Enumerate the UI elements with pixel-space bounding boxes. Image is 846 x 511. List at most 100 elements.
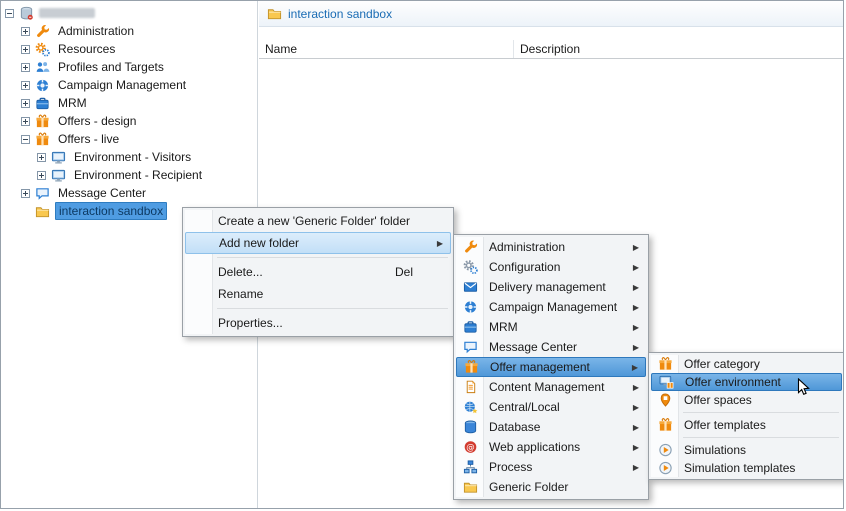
menu-item-label: Generic Folder [489,480,569,494]
menu-item-label: Rename [218,287,264,301]
submenu-item-offer-templates[interactable]: Offer templates [651,416,842,434]
wrench-icon [35,24,50,39]
list-column-headers: Name Description [259,40,843,59]
collapse-icon[interactable] [5,8,14,18]
menu-item-add-new-folder[interactable]: Add new folder ▶ [185,232,451,254]
app-window: Administration Resources Profiles and Ta… [0,0,844,509]
menu-item-label: MRM [489,320,518,334]
submenu-item-simulation-templates[interactable]: Simulation templates [651,459,842,477]
column-header-description[interactable]: Description [514,42,580,56]
tree-item-campaign-management[interactable]: Campaign Management [1,76,257,94]
menu-item-label: Web applications [489,440,581,454]
submenu-item-simulations[interactable]: Simulations [651,441,842,459]
gift-icon [464,360,479,375]
tree-item-label: Administration [58,24,135,38]
gift-icon [35,132,50,147]
submenu-item-delivery-management[interactable]: Delivery management ▶ [456,277,646,297]
gift-icon [658,357,673,372]
expand-icon[interactable] [37,170,46,180]
tree-item-administration[interactable]: Administration [1,22,257,40]
expand-icon[interactable] [21,188,30,198]
tree-item-profiles-targets[interactable]: Profiles and Targets [1,58,257,76]
expand-icon[interactable] [21,44,30,54]
folder-icon [463,480,478,495]
at-sign-icon [463,440,478,455]
submenu-arrow-icon: ▶ [632,302,639,312]
submenu-item-offer-category[interactable]: Offer category [651,355,842,373]
database-icon [463,420,478,435]
content-header: interaction sandbox [259,1,843,27]
submenu-arrow-icon: ▶ [632,282,639,292]
tree-item-label: Resources [58,42,116,56]
column-header-name[interactable]: Name [259,40,514,58]
add-folder-submenu: Administration ▶ Configuration ▶ Deliver… [453,234,649,500]
submenu-item-process[interactable]: Process ▶ [456,457,646,477]
submenu-item-database[interactable]: Database ▶ [456,417,646,437]
collapse-icon[interactable] [21,134,30,144]
menu-item-rename[interactable]: Rename [185,283,451,305]
menu-item-label: Properties... [218,316,283,330]
expand-icon[interactable] [21,62,30,72]
expand-icon[interactable] [21,80,30,90]
tree-item-root[interactable] [1,4,257,22]
campaign-icon [35,78,50,93]
menu-item-create-generic-folder[interactable]: Create a new 'Generic Folder' folder [185,210,451,232]
menu-item-label: Central/Local [489,400,560,414]
tree-item-environment-visitors[interactable]: Environment - Visitors [1,148,257,166]
expand-icon[interactable] [21,98,30,108]
tree-item-label: Offers - live [58,132,120,146]
page-title: interaction sandbox [288,6,393,21]
menu-item-label: Administration [489,240,566,254]
globe-icon [463,400,478,415]
root-label-redacted [39,8,95,18]
tree-item-message-center[interactable]: Message Center [1,184,257,202]
menu-separator [217,257,448,258]
menu-item-label: Offer spaces [684,393,752,407]
menu-item-label: Simulation templates [684,461,796,475]
submenu-item-offer-environment[interactable]: Offer environment [651,373,842,391]
speech-bubble-icon [35,186,50,201]
tree-item-label: Environment - Recipient [74,168,203,182]
envelope-icon [463,280,478,295]
menu-item-delete[interactable]: Delete... Del [185,261,451,283]
expand-icon[interactable] [21,116,30,126]
tree-item-resources[interactable]: Resources [1,40,257,58]
play-icon [658,443,673,458]
submenu-item-administration[interactable]: Administration ▶ [456,237,646,257]
submenu-item-central-local[interactable]: Central/Local ▶ [456,397,646,417]
briefcase-icon [35,96,50,111]
play-icon [658,461,673,476]
people-icon [35,60,50,75]
briefcase-icon [463,320,478,335]
tree-item-label: Profiles and Targets [58,60,164,74]
menu-item-label: Offer category [684,357,760,371]
expand-icon[interactable] [37,152,46,162]
submenu-item-configuration[interactable]: Configuration ▶ [456,257,646,277]
tree-item-mrm[interactable]: MRM [1,94,257,112]
monitor-icon [51,168,66,183]
submenu-item-generic-folder[interactable]: Generic Folder [456,477,646,497]
tree-item-offers-design[interactable]: Offers - design [1,112,257,130]
submenu-item-offer-management[interactable]: Offer management ▶ [456,357,646,377]
submenu-arrow-icon: ▶ [436,238,443,248]
tree-item-environment-recipient[interactable]: Environment - Recipient [1,166,257,184]
submenu-item-content-management[interactable]: Content Management ▶ [456,377,646,397]
menu-item-label: Configuration [489,260,561,274]
submenu-item-campaign-management[interactable]: Campaign Management ▶ [456,297,646,317]
menu-item-properties[interactable]: Properties... [185,312,451,334]
submenu-arrow-icon: ▶ [632,462,639,472]
expand-icon[interactable] [21,26,30,36]
menu-item-label: Offer templates [684,418,766,432]
gift-icon [35,114,50,129]
submenu-item-web-applications[interactable]: Web applications ▶ [456,437,646,457]
submenu-item-message-center[interactable]: Message Center ▶ [456,337,646,357]
tree-item-offers-live[interactable]: Offers - live [1,130,257,148]
menu-item-label: Simulations [684,443,747,457]
speech-bubble-icon [463,340,478,355]
gift-icon [658,418,673,433]
submenu-item-offer-spaces[interactable]: Offer spaces [651,391,842,409]
menu-item-label: Message Center [489,340,578,354]
submenu-arrow-icon: ▶ [632,242,639,252]
submenu-item-mrm[interactable]: MRM ▶ [456,317,646,337]
